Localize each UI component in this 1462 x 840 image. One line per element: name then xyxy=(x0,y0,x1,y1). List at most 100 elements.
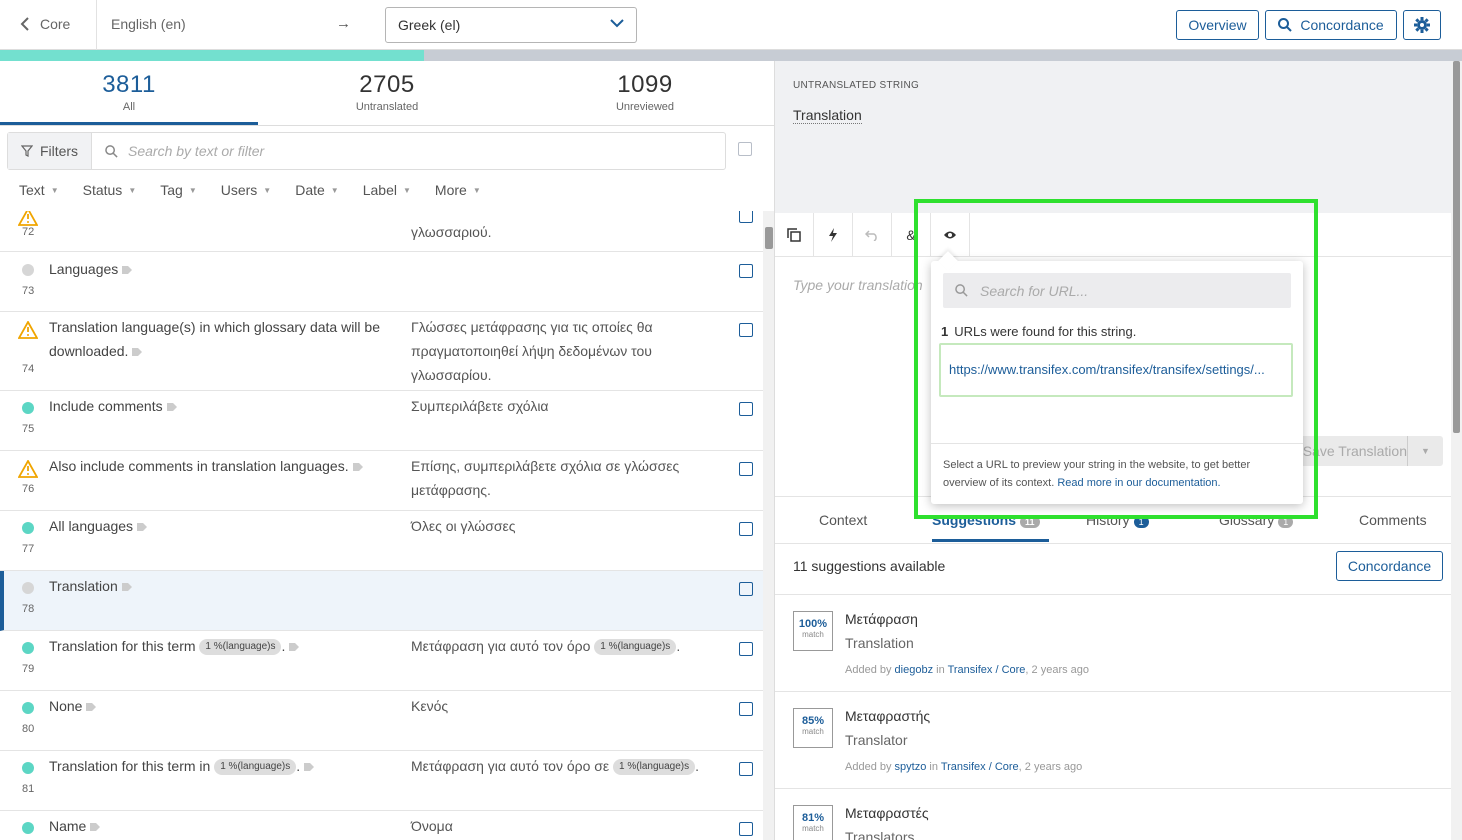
facet-users[interactable]: Users ▼ xyxy=(221,182,271,198)
string-row[interactable]: Translation language(s) in which glossar… xyxy=(0,312,763,391)
url-search-input[interactable]: Search for URL... xyxy=(943,273,1291,308)
row-target-text: Μετάφραση για αυτό τον όρο σε xyxy=(411,758,610,774)
meta-age: , 2 years ago xyxy=(1018,761,1083,773)
filters-button[interactable]: Filters xyxy=(8,133,92,169)
auto-translate-button[interactable] xyxy=(814,213,853,257)
editor-scrollbar[interactable] xyxy=(1451,61,1462,840)
row-index: 81 xyxy=(22,783,35,795)
facet-more[interactable]: More ▼ xyxy=(435,182,481,198)
facet-tag[interactable]: Tag ▼ xyxy=(160,182,197,198)
suggestion-item[interactable]: 100% match Μετάφραση Translation Added b… xyxy=(775,594,1451,691)
url-list-item[interactable]: https://www.transifex.com/transifex/tran… xyxy=(939,343,1293,397)
meta-user-link[interactable]: diegobz xyxy=(895,664,934,676)
facet-label[interactable]: Label ▼ xyxy=(363,182,411,198)
stat-all-value: 3811 xyxy=(102,71,156,98)
facet-date-label: Date xyxy=(295,182,325,198)
urls-found-count: 1 xyxy=(941,324,949,339)
row-checkbox[interactable] xyxy=(739,642,753,656)
concordance-button[interactable]: Concordance xyxy=(1265,10,1397,40)
string-row[interactable]: All languages Όλες οι γλώσσες 77 xyxy=(0,511,763,571)
suggestions-concordance-label: Concordance xyxy=(1347,558,1432,574)
string-row[interactable]: Name Όνομα xyxy=(0,811,763,840)
row-source-tail: . xyxy=(281,638,286,654)
editor-toolbar: & xyxy=(775,213,1451,257)
row-checkbox[interactable] xyxy=(739,522,753,536)
tab-suggestions[interactable]: Suggestions 11 xyxy=(932,512,1049,542)
match-percent: 85% xyxy=(801,715,825,727)
stat-untranslated-value: 2705 xyxy=(359,71,415,98)
stat-untranslated[interactable]: 2705 Untranslated xyxy=(258,61,516,125)
facet-status[interactable]: Status ▼ xyxy=(83,182,137,198)
list-scrollbar[interactable] xyxy=(763,211,774,840)
back-button[interactable]: Core xyxy=(20,16,70,32)
string-row[interactable]: Translation for this term 1 %(language)s… xyxy=(0,631,763,691)
stat-unreviewed[interactable]: 1099 Unreviewed xyxy=(516,61,774,125)
suggestion-meta: Added by spytzo in Transifex / Core, 2 y… xyxy=(845,761,1082,773)
string-row[interactable]: Also include comments in translation lan… xyxy=(0,451,763,511)
row-source: Translation xyxy=(49,574,394,598)
placeholder-pill: 1 %(language)s xyxy=(199,639,282,656)
tab-comments[interactable]: Comments xyxy=(1359,512,1427,528)
row-checkbox[interactable] xyxy=(739,762,753,776)
match-score: 85% match xyxy=(793,708,833,748)
tab-context[interactable]: Context xyxy=(819,512,867,528)
concordance-label: Concordance xyxy=(1300,17,1384,33)
tag-icon xyxy=(289,643,300,652)
row-source-text: All languages xyxy=(49,518,134,534)
tab-history[interactable]: History 1 xyxy=(1086,512,1149,528)
suggestion-item[interactable]: 85% match Μεταφραστής Translator Added b… xyxy=(775,691,1451,788)
caret-down-icon: ▼ xyxy=(188,185,197,195)
urls-found-text: 1 URLs were found for this string. xyxy=(941,324,1136,339)
settings-button[interactable] xyxy=(1403,10,1441,40)
undo-button[interactable] xyxy=(853,213,892,257)
row-checkbox[interactable] xyxy=(739,264,753,278)
row-source: Translation for this term 1 %(language)s… xyxy=(49,634,394,658)
select-all-checkbox[interactable] xyxy=(738,142,752,156)
meta-user-link[interactable]: spytzo xyxy=(895,761,927,773)
target-language-select[interactable]: Greek (el) xyxy=(385,7,637,43)
overview-button[interactable]: Overview xyxy=(1176,10,1259,40)
string-row[interactable]: γλωσσαριού. 72 xyxy=(0,211,763,252)
save-translation-button[interactable]: Save Translation ▼ xyxy=(1285,436,1443,466)
meta-added-by: Added by xyxy=(845,761,892,773)
back-label: Core xyxy=(40,16,71,32)
row-checkbox[interactable] xyxy=(739,211,753,223)
row-source: Include comments xyxy=(49,394,394,418)
preview-url-button[interactable] xyxy=(931,213,970,257)
string-row[interactable]: Include comments Συμπεριλάβετε σχόλια 75 xyxy=(0,391,763,451)
save-dropdown-toggle[interactable]: ▼ xyxy=(1407,436,1443,466)
row-checkbox[interactable] xyxy=(739,462,753,476)
row-target: Επίσης, συμπεριλάβετε σχόλια σε γλώσσες … xyxy=(411,458,680,498)
row-checkbox[interactable] xyxy=(739,702,753,716)
placeholder-button[interactable]: & xyxy=(892,213,931,257)
row-checkbox[interactable] xyxy=(739,822,753,836)
row-checkbox[interactable] xyxy=(739,402,753,416)
suggestions-concordance-button[interactable]: Concordance xyxy=(1336,551,1443,581)
suggestion-item[interactable]: 81% match Μεταφραστές Translators xyxy=(775,788,1451,840)
stat-all[interactable]: 3811 All xyxy=(0,61,258,125)
row-target: γλωσσαριού. xyxy=(411,224,492,240)
editor-scrollbar-thumb[interactable] xyxy=(1453,61,1460,433)
string-row[interactable]: Translation for this term in 1 %(languag… xyxy=(0,751,763,811)
facet-text[interactable]: Text ▼ xyxy=(19,182,59,198)
meta-project-link[interactable]: Transifex / Core xyxy=(941,761,1019,773)
string-row-selected[interactable]: Translation 78 xyxy=(0,571,763,631)
row-target: Συμπεριλάβετε σχόλια xyxy=(411,398,549,414)
search-icon xyxy=(1278,18,1293,32)
facet-date[interactable]: Date ▼ xyxy=(295,182,339,198)
status-translated-dot xyxy=(22,402,34,414)
lightning-icon xyxy=(829,228,837,242)
meta-project-link[interactable]: Transifex / Core xyxy=(948,664,1026,676)
string-search-input[interactable]: Search by text or filter xyxy=(105,143,264,159)
row-checkbox[interactable] xyxy=(739,323,753,337)
url-link[interactable]: https://www.transifex.com/transifex/tran… xyxy=(949,362,1285,377)
string-row[interactable]: None Κενός 80 xyxy=(0,691,763,751)
list-scrollbar-thumb[interactable] xyxy=(765,227,773,249)
tab-glossary[interactable]: Glossary 1 xyxy=(1219,512,1294,528)
string-row[interactable]: Languages 73 xyxy=(0,252,763,312)
translation-input[interactable]: Type your translation xyxy=(793,277,923,293)
documentation-link[interactable]: Read more in our documentation. xyxy=(1057,477,1220,489)
row-index: 73 xyxy=(22,285,35,297)
copy-source-button[interactable] xyxy=(775,213,814,257)
row-checkbox[interactable] xyxy=(739,582,753,596)
